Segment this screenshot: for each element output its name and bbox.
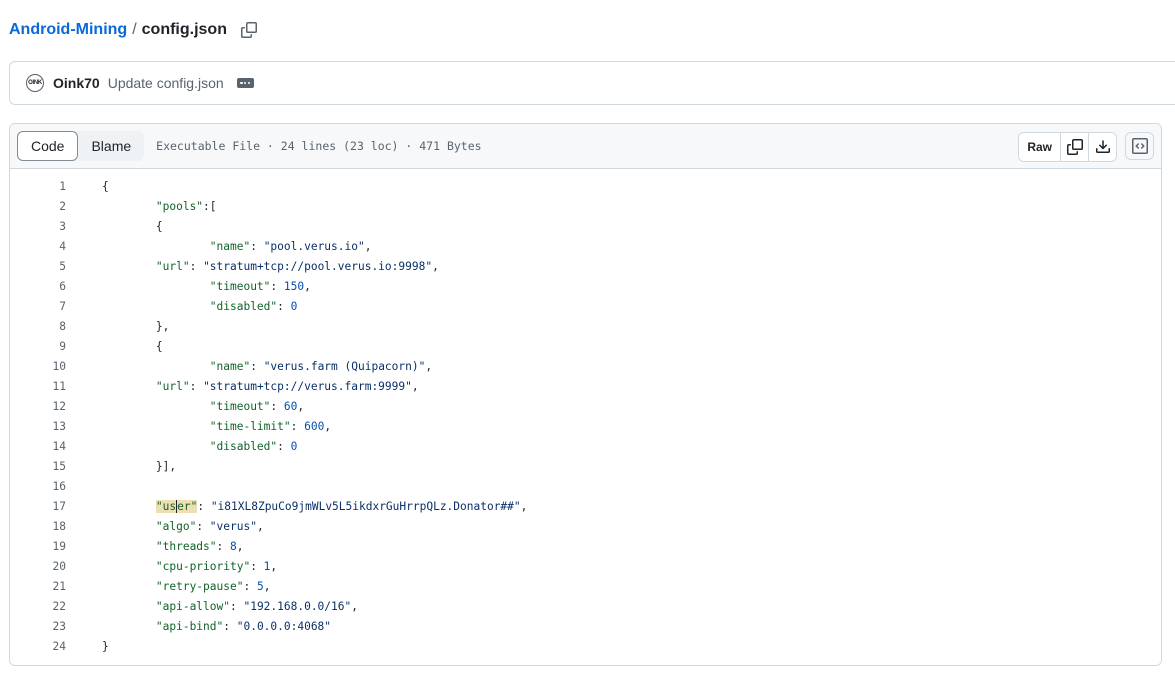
line-content: }], [102, 460, 177, 473]
code-line: 5 "url": "stratum+tcp://pool.verus.io:99… [10, 257, 1161, 277]
line-content: "user": "i81XL8ZpuCo9jmWLv5L5ikdxrGuHrrp… [155, 500, 528, 513]
line-number[interactable]: 1 [10, 177, 66, 197]
line-number[interactable]: 23 [10, 617, 66, 637]
breadcrumb: Android-Mining / config.json [9, 18, 259, 42]
line-content: "name": "pool.verus.io", [209, 240, 372, 253]
line-content: "time-limit": 600, [209, 420, 332, 433]
line-content: "api-allow": "192.168.0.0/16", [155, 600, 358, 613]
file-actions: Raw [1018, 132, 1154, 162]
file-header: Code Blame Executable File · 24 lines (2… [10, 124, 1161, 169]
line-content: "url": "stratum+tcp://verus.farm:9999", [155, 380, 419, 393]
line-content: { [102, 220, 163, 233]
file-action-group: Raw [1018, 132, 1117, 162]
code-line: 14 "disabled": 0 [10, 437, 1161, 457]
line-number[interactable]: 5 [10, 257, 66, 277]
line-number[interactable]: 21 [10, 577, 66, 597]
line-content: } [102, 640, 109, 653]
code-line: 3 { [10, 217, 1161, 237]
line-number[interactable]: 20 [10, 557, 66, 577]
line-number[interactable]: 22 [10, 597, 66, 617]
repo-link[interactable]: Android-Mining [9, 21, 127, 39]
line-content: "algo": "verus", [155, 520, 264, 533]
line-content: "cpu-priority": 1, [155, 560, 278, 573]
line-number[interactable]: 17 [10, 497, 66, 517]
file-name: config.json [141, 21, 227, 38]
line-number[interactable]: 4 [10, 237, 66, 257]
line-number[interactable]: 16 [10, 477, 66, 497]
raw-button[interactable]: Raw [1019, 133, 1061, 161]
code-line: 7 "disabled": 0 [10, 297, 1161, 317]
line-number[interactable]: 19 [10, 537, 66, 557]
code-line: 18 "algo": "verus", [10, 517, 1161, 537]
code-line: 2 "pools":[ [10, 197, 1161, 217]
code-line: 8 }, [10, 317, 1161, 337]
line-number[interactable]: 9 [10, 337, 66, 357]
line-number[interactable]: 2 [10, 197, 66, 217]
line-content: "timeout": 150, [209, 280, 311, 293]
tab-blame[interactable]: Blame [78, 131, 144, 161]
line-content: "pools":[ [155, 200, 217, 213]
copy-raw-button[interactable] [1061, 133, 1088, 161]
line-content: "disabled": 0 [209, 300, 298, 313]
code-line: 19 "threads": 8, [10, 537, 1161, 557]
breadcrumb-separator: / [132, 21, 137, 38]
line-number[interactable]: 6 [10, 277, 66, 297]
copy-icon [240, 22, 257, 38]
file-viewer: Code Blame Executable File · 24 lines (2… [9, 123, 1162, 666]
line-content: "url": "stratum+tcp://pool.verus.io:9998… [155, 260, 439, 273]
line-content: }, [102, 320, 170, 333]
ellipsis-icon[interactable] [236, 78, 254, 88]
code-line: 11 "url": "stratum+tcp://verus.farm:9999… [10, 377, 1161, 397]
line-content: "api-bind": "0.0.0.0:4068" [155, 620, 332, 633]
code-square-icon [1131, 138, 1148, 154]
line-content: { [102, 340, 163, 353]
line-content: "name": "verus.farm (Quipacorn)", [209, 360, 433, 373]
line-number[interactable]: 7 [10, 297, 66, 317]
code-line: 1{ [10, 177, 1161, 197]
download-icon [1095, 140, 1110, 153]
symbols-panel-button[interactable] [1125, 132, 1154, 160]
line-content: "disabled": 0 [209, 440, 298, 453]
line-content: "threads": 8, [155, 540, 244, 553]
line-number[interactable]: 11 [10, 377, 66, 397]
latest-commit-bar: OINK Oink70 Update config.json [9, 61, 1175, 105]
tab-code[interactable]: Code [17, 131, 79, 161]
line-number[interactable]: 13 [10, 417, 66, 437]
commit-message[interactable]: Update config.json [108, 75, 224, 91]
line-number[interactable]: 10 [10, 357, 66, 377]
avatar[interactable]: OINK [26, 74, 44, 92]
line-number[interactable]: 14 [10, 437, 66, 457]
line-number[interactable]: 12 [10, 397, 66, 417]
line-content: "retry-pause": 5, [155, 580, 271, 593]
line-number[interactable]: 24 [10, 637, 66, 657]
code-view: 1{2 "pools":[3 {4 "name": "pool.verus.io… [10, 169, 1161, 657]
code-line: 21 "retry-pause": 5, [10, 577, 1161, 597]
download-raw-button[interactable] [1088, 133, 1116, 161]
code-line: 13 "time-limit": 600, [10, 417, 1161, 437]
code-line: 16 [10, 477, 1161, 497]
code-line: 20 "cpu-priority": 1, [10, 557, 1161, 577]
copy-icon [1066, 139, 1083, 155]
line-number[interactable]: 18 [10, 517, 66, 537]
line-content: { [102, 180, 109, 193]
copy-path-button[interactable] [239, 20, 259, 40]
code-line: 12 "timeout": 60, [10, 397, 1161, 417]
code-line: 9 { [10, 337, 1161, 357]
file-meta: Executable File · 24 lines (23 loc) · 47… [156, 139, 482, 153]
line-content: "timeout": 60, [209, 400, 305, 413]
line-number[interactable]: 8 [10, 317, 66, 337]
code-line: 17 "user": "i81XL8ZpuCo9jmWLv5L5ikdxrGuH… [10, 497, 1161, 517]
code-line: 22 "api-allow": "192.168.0.0/16", [10, 597, 1161, 617]
code-line: 24} [10, 637, 1161, 657]
view-toggle: Code Blame [17, 131, 145, 161]
code-line: 4 "name": "pool.verus.io", [10, 237, 1161, 257]
code-line: 23 "api-bind": "0.0.0.0:4068" [10, 617, 1161, 637]
code-line: 15 }], [10, 457, 1161, 477]
code-line: 10 "name": "verus.farm (Quipacorn)", [10, 357, 1161, 377]
line-number[interactable]: 15 [10, 457, 66, 477]
code-line: 6 "timeout": 150, [10, 277, 1161, 297]
commit-author[interactable]: Oink70 [53, 75, 100, 91]
line-number[interactable]: 3 [10, 217, 66, 237]
